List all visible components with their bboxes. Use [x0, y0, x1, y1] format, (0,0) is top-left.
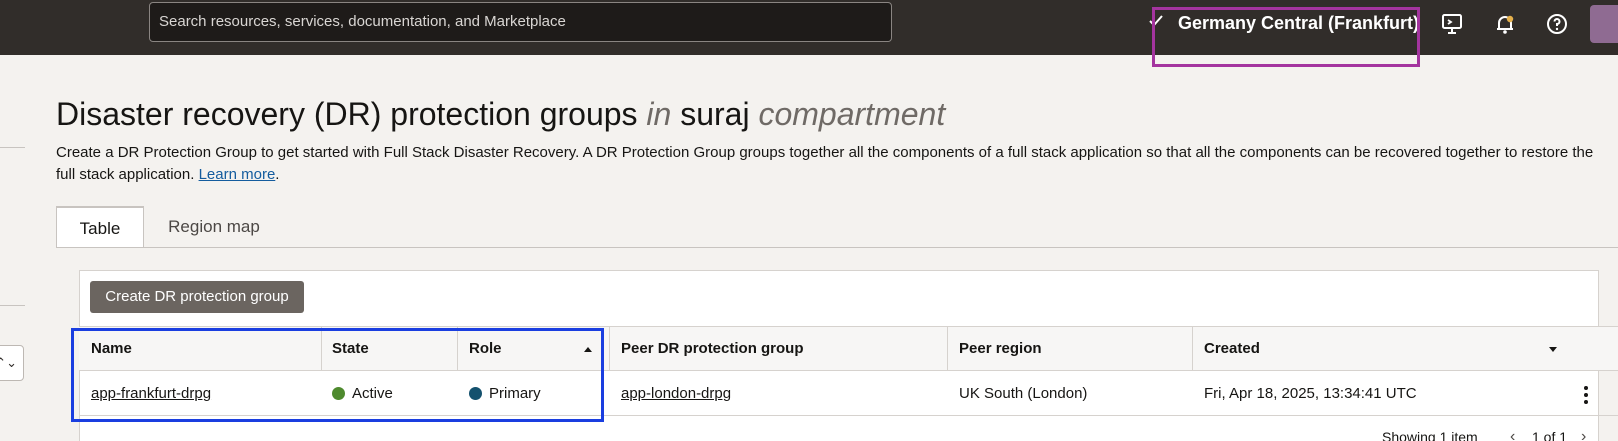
column-header-created[interactable]: Created: [1204, 326, 1260, 371]
search-input[interactable]: Search resources, services, documentatio…: [149, 2, 892, 42]
bell-icon[interactable]: [1491, 10, 1519, 38]
column-separator: [1192, 326, 1193, 371]
page-title: Disaster recovery (DR) protection groups…: [56, 94, 945, 134]
left-panel-divider: [0, 147, 25, 148]
region-highlight-box: [1152, 7, 1420, 67]
next-page-icon[interactable]: ›: [1581, 427, 1586, 441]
title-main: Disaster recovery (DR) protection groups: [56, 96, 638, 132]
column-header-peer-region[interactable]: Peer region: [959, 326, 1042, 371]
learn-more-link[interactable]: Learn more: [199, 166, 276, 183]
description-text: Create a DR Protection Group to get star…: [56, 144, 1594, 183]
column-separator: [609, 326, 610, 371]
row-actions-menu-icon[interactable]: [1578, 384, 1594, 406]
column-separator: [947, 326, 948, 371]
tab-divider: [56, 247, 1618, 248]
cloud-shell-icon[interactable]: [1438, 10, 1466, 38]
row-peer-group-link[interactable]: app-london-drpg: [621, 380, 731, 408]
tab-table[interactable]: Table: [56, 206, 144, 248]
description-period: .: [275, 166, 280, 183]
left-panel-divider: [0, 305, 25, 306]
row-created: Fri, Apr 18, 2025, 13:34:41 UTC: [1204, 385, 1417, 402]
tab-region-map[interactable]: Region map: [144, 206, 284, 248]
create-dr-protection-group-button[interactable]: Create DR protection group: [90, 281, 304, 313]
row-peer-region: UK South (London): [959, 385, 1088, 402]
page-indicator: 1 of 1: [1532, 429, 1568, 441]
sort-stepper-icon[interactable]: ⌃⌄: [0, 345, 24, 381]
column-dropdown-icon[interactable]: [1548, 344, 1558, 354]
title-compartment-name: suraj: [680, 96, 750, 132]
column-header-peer-group[interactable]: Peer DR protection group: [621, 326, 804, 371]
title-in: in: [646, 96, 672, 132]
help-icon[interactable]: [1543, 10, 1571, 38]
page-description: Create a DR Protection Group to get star…: [56, 142, 1596, 186]
items-count: Showing 1 item: [1382, 429, 1478, 441]
avatar[interactable]: [1590, 5, 1618, 43]
previous-page-icon[interactable]: ‹: [1510, 427, 1515, 441]
title-compartment-word: compartment: [758, 96, 946, 132]
name-state-role-highlight-box: [71, 328, 604, 422]
